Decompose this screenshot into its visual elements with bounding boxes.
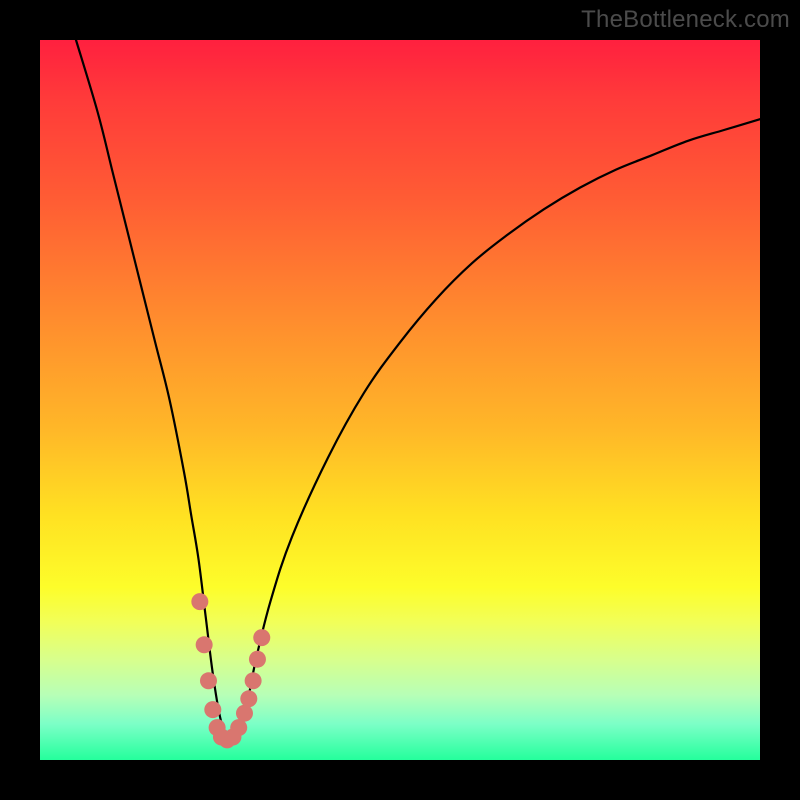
- highlight-dot: [240, 690, 257, 707]
- highlight-dot: [253, 629, 270, 646]
- highlight-dot: [204, 701, 221, 718]
- highlight-dot: [196, 636, 213, 653]
- watermark-text: TheBottleneck.com: [581, 6, 790, 34]
- highlight-dot: [236, 705, 253, 722]
- bottleneck-curve: [76, 40, 760, 741]
- highlight-dot: [249, 651, 266, 668]
- bottom-highlight: [191, 593, 270, 748]
- chart-svg: [40, 40, 760, 760]
- highlight-dot: [191, 593, 208, 610]
- highlight-dot: [245, 672, 262, 689]
- highlight-dot: [200, 672, 217, 689]
- plot-area: [40, 40, 760, 760]
- chart-frame: TheBottleneck.com: [0, 0, 800, 800]
